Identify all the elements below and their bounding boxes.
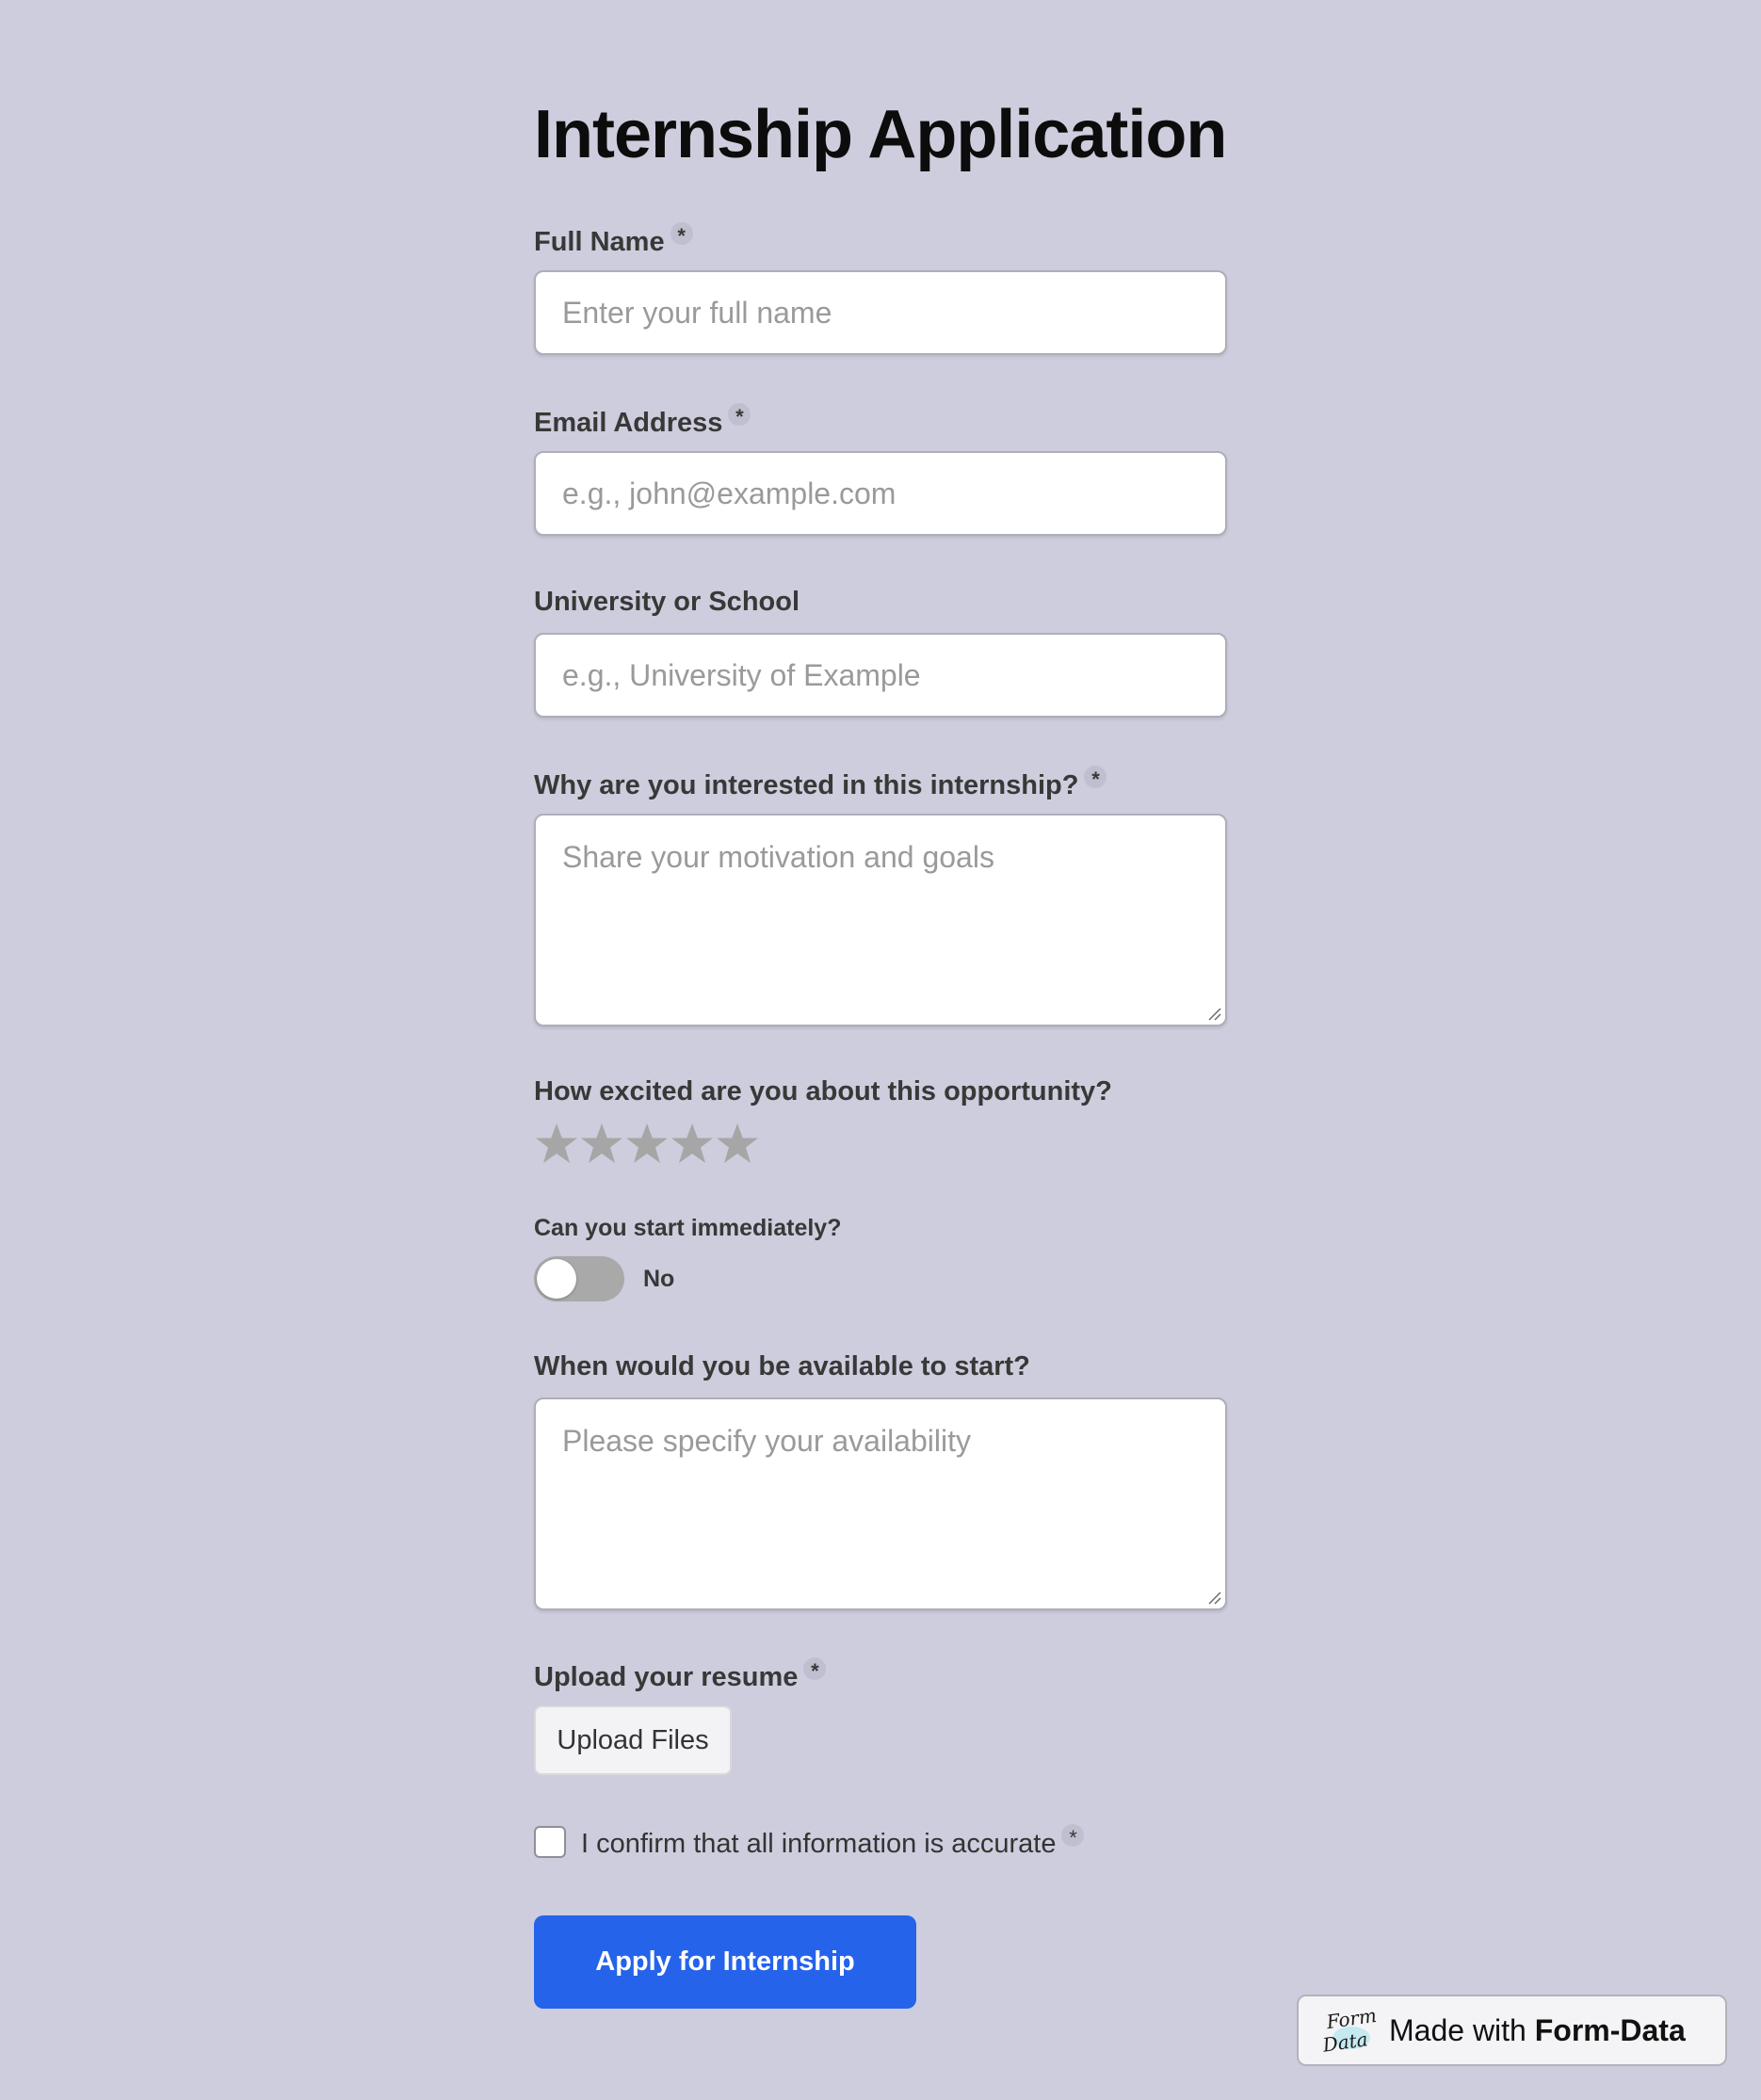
confirm-row: I confirm that all information is accura… (534, 1823, 1085, 1861)
full-name-label-text: Full Name (534, 227, 665, 257)
university-label: University or School (534, 587, 800, 617)
star-icon[interactable] (534, 1121, 579, 1168)
apply-button[interactable]: Apply for Internship (534, 1915, 916, 2009)
email-label-text: Email Address (534, 408, 723, 438)
confirm-label: I confirm that all information is accura… (581, 1824, 1085, 1860)
email-label: Email Address * (534, 403, 751, 440)
interest-label-text: Why are you interested in this internshi… (534, 770, 1079, 800)
page-title: Internship Application (534, 97, 1227, 172)
excitement-label: How excited are you about this opportuni… (534, 1076, 1112, 1107)
badge-prefix: Made with (1389, 2012, 1527, 2047)
excitement-rating[interactable] (534, 1121, 760, 1168)
star-icon[interactable] (670, 1121, 715, 1168)
university-input[interactable] (534, 633, 1227, 718)
badge-brand: Form-Data (1534, 2012, 1686, 2047)
interest-textarea[interactable] (534, 814, 1227, 1026)
star-icon[interactable] (579, 1121, 624, 1168)
full-name-label: Full Name * (534, 222, 693, 259)
required-indicator: * (670, 222, 693, 248)
made-with-badge[interactable]: Form Data Made with Form-Data (1297, 1995, 1727, 2066)
availability-textarea[interactable] (534, 1397, 1227, 1610)
required-indicator: * (728, 403, 751, 428)
start-immediately-label: Can you start immediately? (534, 1215, 842, 1241)
star-icon[interactable] (715, 1121, 760, 1168)
email-input[interactable] (534, 451, 1227, 536)
start-immediately-toggle[interactable] (534, 1256, 624, 1301)
resume-label-text: Upload your resume (534, 1662, 799, 1692)
required-indicator: * (1084, 766, 1107, 791)
interest-label: Why are you interested in this internshi… (534, 766, 1107, 802)
resume-label: Upload your resume * (534, 1657, 827, 1694)
availability-label: When would you be available to start? (534, 1351, 1030, 1381)
required-indicator: * (1061, 1824, 1085, 1850)
upload-files-button[interactable]: Upload Files (534, 1705, 732, 1775)
toggle-state-label: No (643, 1265, 675, 1292)
confirm-checkbox[interactable] (534, 1826, 566, 1858)
star-icon[interactable] (624, 1121, 670, 1168)
required-indicator: * (803, 1657, 827, 1683)
form-data-logo-icon: Form Data (1320, 2004, 1378, 2057)
full-name-input[interactable] (534, 270, 1227, 355)
confirm-label-text: I confirm that all information is accura… (581, 1829, 1057, 1859)
toggle-knob (537, 1259, 576, 1299)
start-immediately-row: No (534, 1255, 674, 1302)
badge-text: Made with Form-Data (1389, 2013, 1686, 2048)
